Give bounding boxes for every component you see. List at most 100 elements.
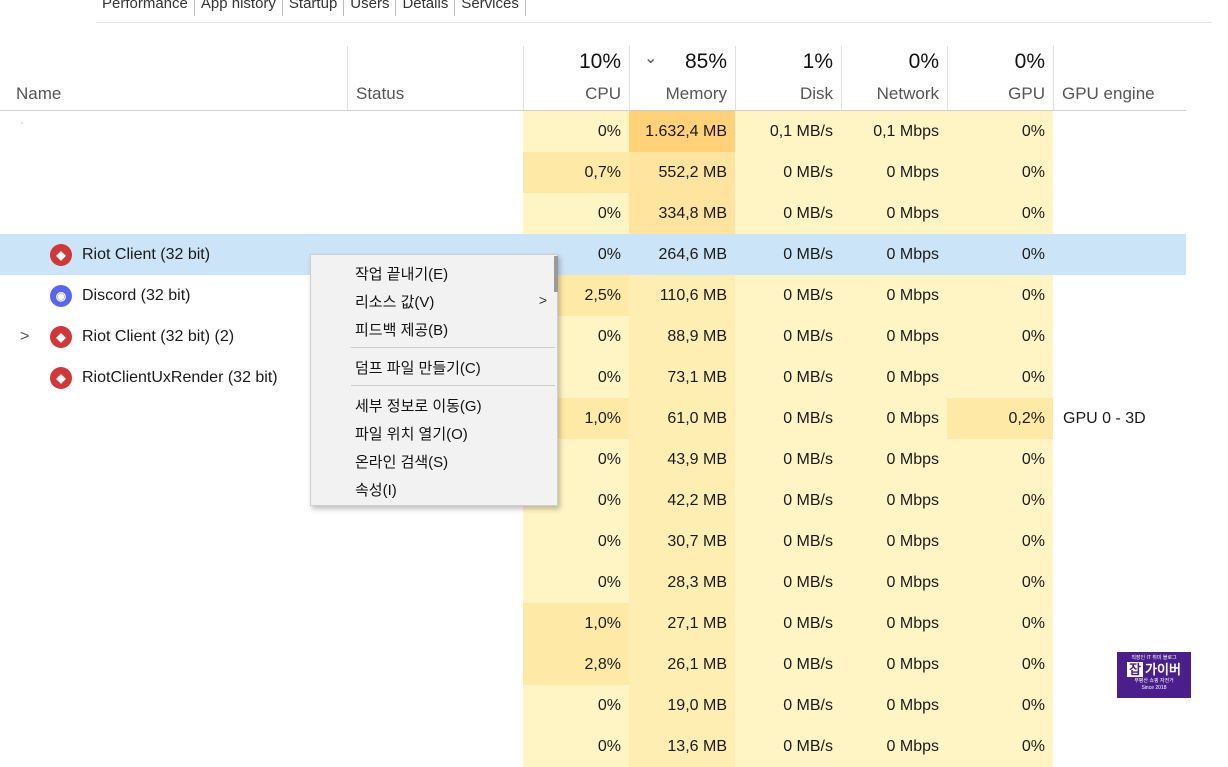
- gpu-value: 0%: [947, 562, 1053, 603]
- memory-value: 110,6 MB: [629, 275, 735, 316]
- tab-services[interactable]: Services: [455, 0, 526, 16]
- table-row[interactable]: ◆ RiotClientUxRender (32 bit) 0% 73,1 MB 0 M…: [0, 357, 1186, 398]
- watermark-tagline: 직장인 IT 취미 블로그: [1131, 655, 1177, 661]
- network-value: 0 Mbps: [841, 439, 947, 480]
- watermark-subtitle: 부평산 쇼핑 자전거: [1134, 678, 1174, 684]
- gpu-engine-value: [1053, 234, 1186, 275]
- table-row[interactable]: 0% 19,0 MB 0 MB/s 0 Mbps 0%: [0, 685, 1186, 726]
- memory-value: 30,7 MB: [629, 521, 735, 562]
- table-row[interactable]: 0% 30,7 MB 0 MB/s 0 Mbps 0%: [0, 521, 1186, 562]
- cpu-value: 0%: [523, 726, 629, 767]
- menu-item-5[interactable]: 파일 위치 열기(O): [355, 423, 468, 444]
- network-value: 0 Mbps: [886, 246, 939, 263]
- gpu-value: 0%: [947, 275, 1053, 316]
- column-disk[interactable]: 1% Disk: [735, 46, 841, 110]
- gpu-value: 0%: [947, 685, 1053, 726]
- menu-item-6[interactable]: 온라인 검색(S): [355, 451, 448, 472]
- gpu-engine-value: [1053, 480, 1186, 521]
- column-name[interactable]: Name: [16, 84, 61, 104]
- gpu-value: 0%: [947, 603, 1053, 644]
- gpu-engine-value: [1053, 193, 1186, 234]
- tab-divider: [96, 22, 1212, 23]
- gpu-value: 0%: [947, 726, 1053, 767]
- riot-icon: ◆: [50, 326, 72, 348]
- context-menu-scrollbar[interactable]: [554, 256, 558, 292]
- network-total: 0%: [908, 50, 939, 73]
- memory-value: 43,9 MB: [629, 439, 735, 480]
- network-value: 0 Mbps: [841, 152, 947, 193]
- riot-icon: ◆: [50, 244, 72, 266]
- menu-item-3[interactable]: 덤프 파일 만들기(C): [355, 357, 481, 378]
- gpu-value: 0%: [947, 644, 1053, 685]
- column-gpu-engine[interactable]: GPU engine: [1053, 46, 1186, 110]
- column-status[interactable]: Status: [347, 46, 523, 110]
- table-row[interactable]: ◉ Discord (32 bit) 2,5% 110,6 MB 0 MB/s 0 Mbp…: [0, 275, 1186, 316]
- menu-item-4[interactable]: 세부 정보로 이동(G): [355, 395, 482, 416]
- disk-value: 0 MB/s: [735, 726, 841, 767]
- disk-value: 0 MB/s: [735, 357, 841, 398]
- process-name: Riot Client (32 bit) (2): [82, 328, 235, 345]
- process-name: RiotClientUxRender (32 bit): [82, 369, 278, 386]
- gpu-value: 0%: [947, 357, 1053, 398]
- disk-value: 0 MB/s: [735, 398, 841, 439]
- table-row[interactable]: ◆ Riot Client (32 bit) 0% 264,6 MB 0 MB/s 0 M…: [0, 234, 1186, 275]
- menu-item-7[interactable]: 속성(I): [355, 479, 397, 500]
- disk-value: 0 MB/s: [735, 685, 841, 726]
- process-name: Riot Client (32 bit): [82, 246, 211, 263]
- discord-icon: ◉: [50, 285, 72, 307]
- network-value: 0 Mbps: [841, 357, 947, 398]
- disk-value: 0 MB/s: [735, 193, 841, 234]
- menu-separator: [351, 385, 555, 386]
- watermark-box: 잡: [1127, 662, 1144, 677]
- table-row[interactable]: 0% 334,8 MB 0 MB/s 0 Mbps 0%: [0, 193, 1186, 234]
- menu-item-0[interactable]: 작업 끝내기(E): [355, 263, 448, 284]
- network-value: 0,1 Mbps: [841, 111, 947, 152]
- network-value: 0 Mbps: [841, 275, 947, 316]
- table-row[interactable]: · 0% 1.632,4 MB 0,1 MB/s 0,1 Mbps 0%: [0, 111, 1186, 152]
- tab-users[interactable]: Users: [344, 0, 397, 16]
- column-network[interactable]: 0% Network: [841, 46, 947, 110]
- gpu-engine-value: [1053, 521, 1186, 562]
- column-gpu[interactable]: 0% GPU: [947, 46, 1053, 110]
- context-menu: 작업 끝내기(E) 리소스 값(V) > 피드백 제공(B) 덤프 파일 만들기(C) 세…: [310, 254, 558, 506]
- expand-chevron-icon[interactable]: >: [20, 316, 29, 357]
- network-label: Network: [876, 84, 939, 103]
- tab-startup[interactable]: Startup: [283, 0, 345, 16]
- disk-value: 0 MB/s: [735, 152, 841, 193]
- gpu-value: 0%: [947, 316, 1053, 357]
- watermark-title: 잡 가이버: [1117, 662, 1191, 678]
- cpu-value: 1,0%: [523, 603, 629, 644]
- blurred-icon: ·: [20, 115, 24, 129]
- table-row[interactable]: 1,0% 27,1 MB 0 MB/s 0 Mbps 0%: [0, 603, 1186, 644]
- disk-value: 0,1 MB/s: [735, 111, 841, 152]
- menu-item-2[interactable]: 피드백 제공(B): [355, 319, 448, 340]
- table-row[interactable]: 0% 28,3 MB 0 MB/s 0 Mbps 0%: [0, 562, 1186, 603]
- gpu-engine-value: [1053, 726, 1186, 767]
- table-row[interactable]: 2,8% 26,1 MB 0 MB/s 0 Mbps 0%: [0, 644, 1186, 685]
- table-row[interactable]: 0% 13,6 MB 0 MB/s 0 Mbps 0%: [0, 726, 1186, 767]
- gpu-engine-label: GPU engine: [1062, 84, 1155, 103]
- table-row[interactable]: 0,7% 552,2 MB 0 MB/s 0 Mbps 0%: [0, 152, 1186, 193]
- menu-item-1[interactable]: 리소스 값(V): [355, 291, 434, 312]
- column-memory[interactable]: ⌄ 85% Memory: [629, 46, 735, 110]
- network-value: 0 Mbps: [841, 398, 947, 439]
- cpu-total: 10%: [578, 50, 621, 73]
- table-row[interactable]: 0% 42,2 MB 0 MB/s 0 Mbps 0%: [0, 480, 1186, 521]
- table-row[interactable]: 0% 43,9 MB 0 MB/s 0 Mbps 0%: [0, 439, 1186, 480]
- watermark-logo: 직장인 IT 취미 블로그 잡 가이버 부평산 쇼핑 자전거 Since 2018: [1117, 652, 1191, 698]
- memory-value: 334,8 MB: [629, 193, 735, 234]
- tab-details[interactable]: Details: [396, 0, 456, 16]
- tab-performance[interactable]: Performance: [96, 0, 195, 16]
- gpu-engine-value: GPU 0 - 3D: [1063, 410, 1146, 427]
- column-cpu[interactable]: 10% CPU: [523, 46, 629, 110]
- disk-value: 0 MB/s: [735, 521, 841, 562]
- disk-value: 0 MB/s: [735, 275, 841, 316]
- table-row[interactable]: > ◆ Riot Client (32 bit) (2) 0% 88,9 MB 0 MB/…: [0, 316, 1186, 357]
- memory-value: 88,9 MB: [629, 316, 735, 357]
- cpu-value: 2,8%: [523, 644, 629, 685]
- table-row[interactable]: 1,0% 61,0 MB 0 MB/s 0 Mbps 0,2% GPU 0 - 3D: [0, 398, 1186, 439]
- disk-value: 0 MB/s: [735, 644, 841, 685]
- memory-value: 27,1 MB: [629, 603, 735, 644]
- tab-app-history[interactable]: App history: [195, 0, 283, 16]
- watermark-name: 가이버: [1145, 662, 1181, 677]
